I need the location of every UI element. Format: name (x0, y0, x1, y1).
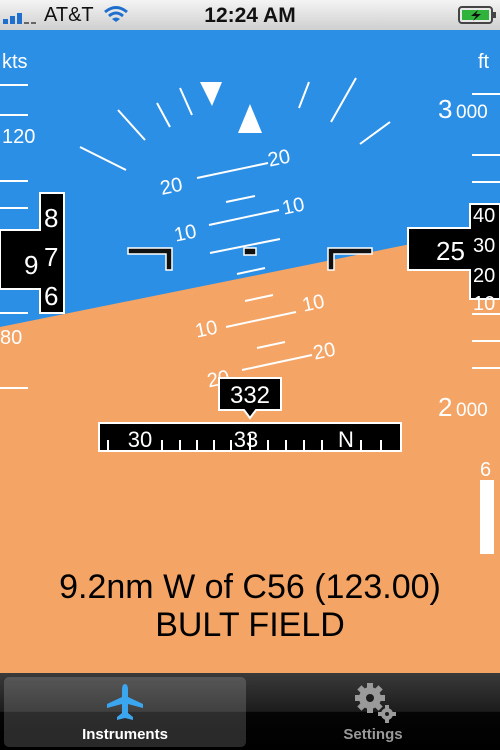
altitude-label-big: 3 (438, 94, 452, 124)
altitude-label-big: 2 (438, 392, 452, 422)
heading-scale-label: 33 (234, 427, 258, 452)
altitude-digit: 10 (473, 293, 495, 315)
heading-scale-label: 30 (128, 427, 152, 452)
pitch-label: 20 (266, 146, 292, 172)
status-bar: AT&T 12:24 AM (0, 0, 500, 31)
speed-label: 80 (0, 327, 22, 349)
altitude-unit: ft (478, 51, 490, 73)
tab-label: Instruments (82, 726, 168, 743)
location-airport-name: BULT FIELD (155, 606, 345, 644)
altitude-digit: 20 (473, 265, 495, 287)
vertical-speed-bar (480, 480, 494, 554)
altitude-readout-hundreds: 25 (436, 236, 465, 266)
altitude-label-small: 000 (456, 400, 488, 421)
speed-unit: kts (2, 51, 28, 73)
tab-instruments[interactable]: Instruments (4, 677, 246, 747)
airspeed-digit: 6 (44, 281, 58, 311)
altitude-digit: 30 (473, 235, 495, 257)
pitch-label: 10 (172, 221, 198, 247)
airspeed-readout-tens: 9 (24, 250, 38, 280)
heading-readout: 332 (230, 382, 270, 409)
speed-label: 120 (2, 126, 35, 148)
tab-settings[interactable]: Settings (252, 677, 494, 747)
status-time: 12:24 AM (204, 4, 296, 27)
heading-scale-label: N (338, 427, 354, 452)
airplane-icon (107, 684, 143, 720)
vertical-speed-label: 6 (480, 459, 491, 481)
pitch-label: 10 (193, 317, 219, 343)
location-distance-line: 9.2nm W of C56 (123.00) (59, 568, 441, 606)
airspeed-digit: 8 (44, 203, 58, 233)
tab-label: Settings (343, 726, 403, 743)
tab-bar: Instruments Settings (0, 673, 500, 750)
pitch-label: 20 (311, 339, 337, 365)
attitude-display[interactable]: 20 20 10 10 10 10 20 20 (0, 30, 500, 673)
pitch-label: 10 (280, 194, 306, 220)
pitch-label: 10 (300, 291, 326, 317)
nearest-airport-info: 9.2nm W of C56 (123.00) BULT FIELD (0, 568, 500, 644)
airspeed-digit: 7 (44, 242, 58, 272)
gear-icon (355, 683, 396, 723)
pitch-label: 20 (158, 174, 184, 200)
altitude-digit: 40 (473, 205, 495, 227)
altitude-label-small: 000 (456, 102, 488, 123)
battery-charging-icon (458, 6, 496, 24)
